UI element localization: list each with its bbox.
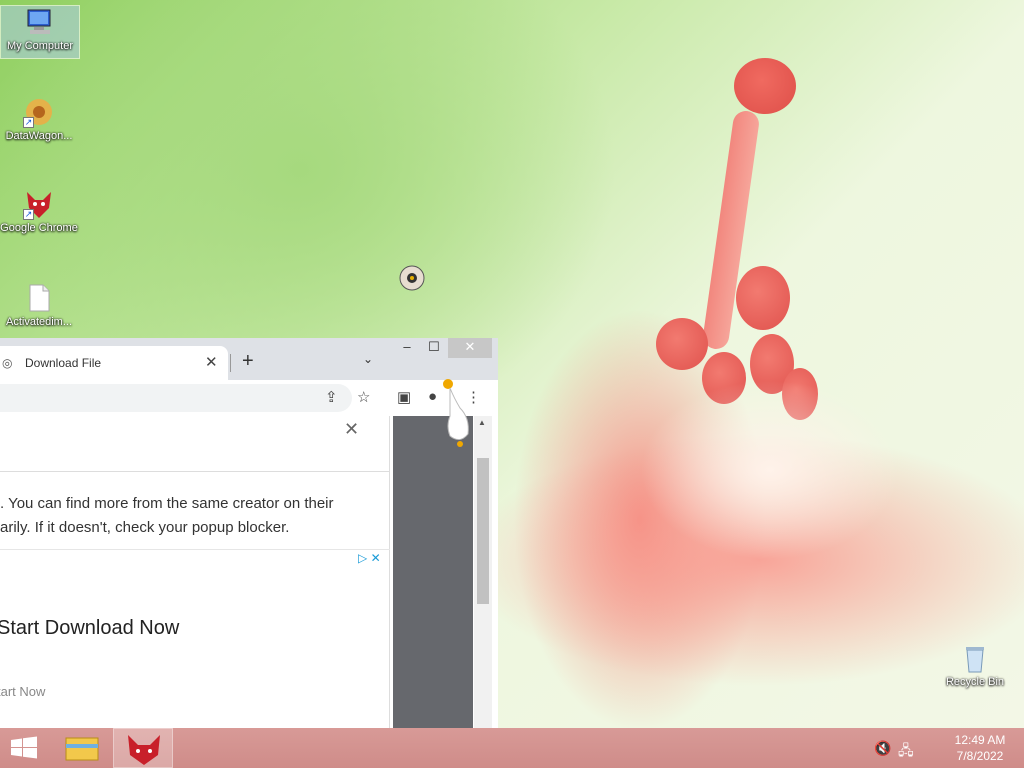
divider — [0, 549, 390, 550]
share-icon[interactable]: ⇪ — [325, 388, 338, 406]
modal-message-line: . You can find more from the same creato… — [0, 495, 334, 512]
hand-cursor-icon — [440, 378, 476, 448]
taskbar-file-explorer[interactable] — [52, 728, 112, 768]
desktop-icon-label: Google Chrome — [0, 222, 78, 234]
scroll-up-arrow-icon[interactable]: ▲ — [478, 418, 486, 427]
desktop-icon-recycle-bin[interactable]: Recycle Bin — [936, 642, 1014, 688]
browser-titlebar: ◎ Download File ✕ + ⌄ – ☐ ✕ — [0, 338, 498, 380]
chrome-devil-icon: ↗ — [23, 188, 55, 220]
datawagon-icon: ↗ — [23, 96, 55, 128]
shortcut-arrow-icon: ↗ — [23, 209, 34, 220]
page-content: ✕ . You can find more from the same crea… — [0, 416, 498, 728]
desktop-icon-google-chrome[interactable]: ↗ Google Chrome — [0, 188, 78, 234]
close-button[interactable]: ✕ — [448, 338, 492, 358]
tab-download-file[interactable]: ◎ Download File ✕ — [0, 346, 228, 380]
side-panel-icon[interactable]: ▣ — [397, 388, 411, 406]
recycle-bin-icon — [959, 642, 991, 674]
ad-title-link[interactable]: Start Download Now — [0, 617, 179, 640]
ad-subtitle-link[interactable]: tart Now — [0, 684, 45, 699]
download-modal: ✕ . You can find more from the same crea… — [0, 416, 390, 728]
flower-anther — [736, 266, 790, 330]
taskbar-chrome[interactable] — [113, 728, 173, 768]
folder-icon — [65, 737, 99, 761]
new-tab-button[interactable]: + — [242, 350, 254, 373]
computer-icon — [24, 6, 56, 38]
bookmark-star-icon[interactable]: ☆ — [357, 388, 370, 406]
address-bar[interactable] — [0, 384, 352, 412]
volume-muted-icon[interactable]: 🔇 — [874, 740, 891, 757]
modal-close-icon[interactable]: ✕ — [344, 419, 359, 440]
chrome-devil-icon — [128, 735, 160, 765]
desktop-icon-label: DataWagon... — [5, 130, 73, 142]
maximize-button[interactable]: ☐ — [420, 338, 448, 358]
document-icon — [23, 282, 55, 314]
desktop-icon-datawagon[interactable]: ↗ DataWagon... — [0, 96, 78, 142]
clock-date: 7/8/2022 — [956, 749, 1004, 763]
desktop-icon-label: Recycle Bin — [945, 676, 1005, 688]
clock-time: 12:49 AM — [954, 733, 1006, 747]
globe-icon: ◎ — [2, 356, 13, 370]
shortcut-arrow-icon: ↗ — [23, 117, 34, 128]
tab-separator — [230, 354, 231, 372]
windows-logo-icon — [11, 736, 37, 759]
minimize-button[interactable]: – — [393, 338, 421, 358]
desktop-icon-activatedim[interactable]: Activatedim... — [0, 282, 78, 328]
tab-search-chevron-icon[interactable]: ⌄ — [363, 352, 373, 366]
scrollbar-thumb[interactable] — [477, 458, 489, 604]
flower-stigma — [734, 58, 796, 114]
busy-cursor-icon — [398, 264, 426, 292]
flower-center — [640, 380, 900, 560]
tab-close-icon[interactable]: ✕ — [205, 353, 218, 371]
page-overlay — [393, 416, 473, 728]
adchoices-icon[interactable]: ▷ ✕ — [358, 551, 381, 565]
tab-title: Download File — [25, 356, 102, 370]
profile-avatar-icon[interactable]: ● — [428, 388, 437, 405]
clock[interactable]: 12:49 AM 7/8/2022 — [940, 732, 1020, 764]
modal-message-line: arily. If it doesn't, check your popup b… — [0, 519, 290, 536]
desktop-icon-label: Activatedim... — [5, 316, 73, 328]
divider — [0, 471, 390, 472]
browser-window: ◎ Download File ✕ + ⌄ – ☐ ✕ ⇪ ☆ ▣ ● ⋮ ✕ … — [0, 338, 498, 728]
taskbar: 🔇 🖧 12:49 AM 7/8/2022 — [0, 728, 1024, 768]
start-button[interactable] — [0, 728, 48, 768]
desktop-icon-label: My Computer — [6, 40, 74, 52]
modal-message: . You can find more from the same creato… — [0, 492, 386, 540]
browser-toolbar: ⇪ ☆ ▣ ● ⋮ — [0, 380, 498, 416]
flower-anther — [656, 318, 708, 370]
network-icon[interactable]: 🖧 — [898, 740, 914, 764]
desktop-icon-my-computer[interactable]: My Computer — [0, 5, 80, 59]
